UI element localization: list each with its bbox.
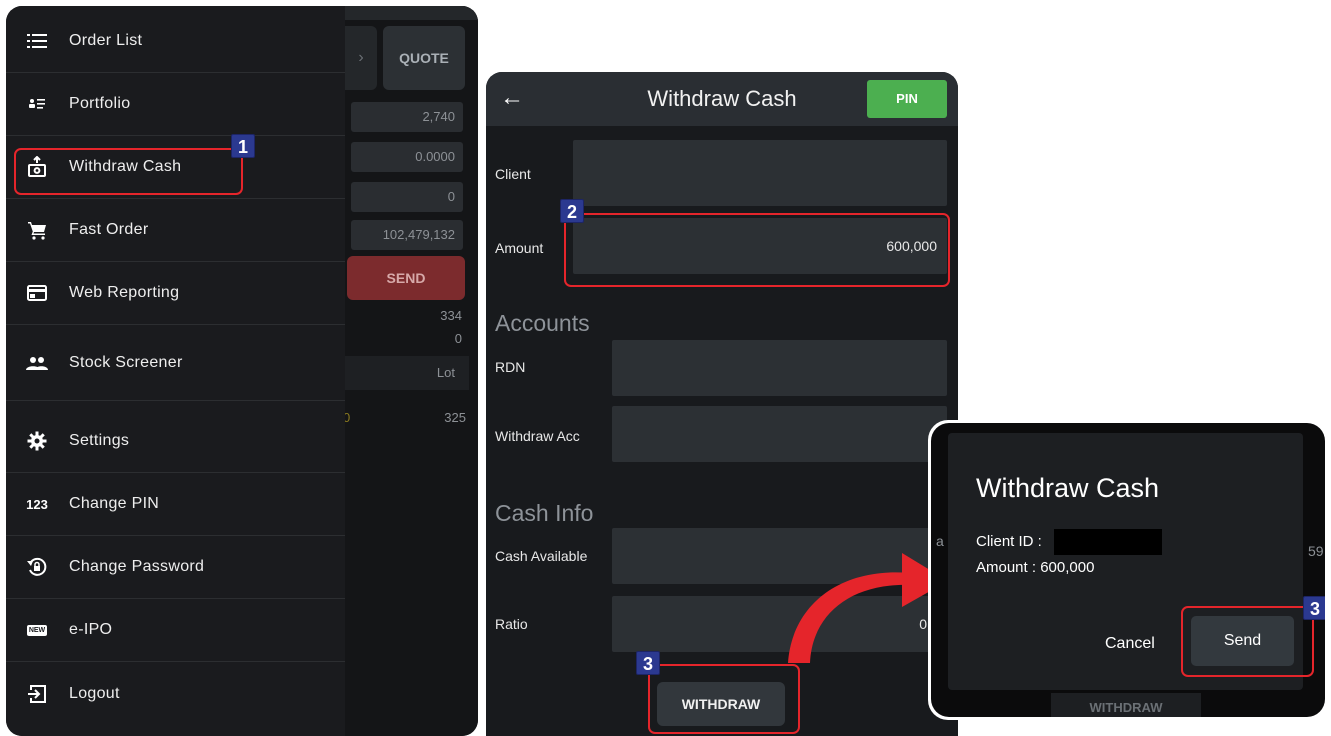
menu-item-label: Portfolio bbox=[69, 95, 131, 112]
menu-item-label: Change PIN bbox=[69, 495, 160, 512]
pin-button[interactable]: PIN bbox=[867, 80, 947, 118]
step-3-send-highlight bbox=[1181, 606, 1314, 677]
menu-screen: › QUOTE 2,740 0.0000 0 102,479,132 SEND … bbox=[6, 6, 478, 736]
confirm-dialog: Withdraw Cash Client ID : Amount : 600,0… bbox=[948, 433, 1325, 690]
confirm-dialog-screen: a 59 WITHDRAW Withdraw Cash Client ID : … bbox=[928, 420, 1328, 720]
amount-label: Amount bbox=[495, 240, 544, 256]
menu-item-portfolio[interactable]: Portfolio bbox=[6, 73, 345, 136]
quote-button: QUOTE bbox=[383, 26, 465, 90]
people-icon bbox=[24, 350, 50, 376]
password-lock-icon bbox=[24, 554, 50, 580]
portfolio-icon bbox=[24, 91, 50, 117]
step-3-send-badge: 3 bbox=[1303, 596, 1325, 620]
menu-item-order-list[interactable]: Order List bbox=[6, 10, 345, 73]
menu-item-label: e-IPO bbox=[69, 621, 113, 638]
web-reporting-icon bbox=[24, 280, 50, 306]
background-value: 2,740 bbox=[351, 102, 463, 132]
background-send-button: SEND bbox=[347, 256, 465, 300]
background-next-arrow: › bbox=[345, 26, 377, 90]
background-screen: › QUOTE 2,740 0.0000 0 102,479,132 SEND … bbox=[343, 6, 478, 736]
menu-item-e-ipo[interactable]: NEW e-IPO bbox=[6, 599, 345, 662]
menu-item-label: Change Password bbox=[69, 558, 205, 575]
menu-item-label: Logout bbox=[69, 684, 120, 702]
client-label: Client bbox=[495, 166, 531, 182]
background-topbar bbox=[345, 6, 478, 20]
background-text: 59 bbox=[1308, 543, 1324, 559]
new-badge-icon: NEW bbox=[26, 624, 48, 636]
cancel-button[interactable]: Cancel bbox=[1105, 635, 1155, 653]
background-value: 0 bbox=[454, 331, 462, 346]
dialog-title: Withdraw Cash bbox=[976, 473, 1160, 503]
cash-info-heading: Cash Info bbox=[495, 500, 594, 526]
list-icon bbox=[24, 28, 50, 54]
menu-item-label: Order List bbox=[69, 32, 143, 49]
menu-item-label: Settings bbox=[69, 432, 130, 449]
background-value: 325 bbox=[444, 410, 466, 425]
rdn-field[interactable] bbox=[612, 340, 947, 396]
step-3-badge: 3 bbox=[636, 651, 660, 675]
background-value: 0 bbox=[351, 182, 463, 212]
gear-icon bbox=[24, 428, 50, 454]
side-menu: Order List Portfolio Withdraw Cash Fast … bbox=[6, 6, 345, 736]
step-1-highlight bbox=[14, 148, 243, 195]
background-value: 0.0000 bbox=[351, 142, 463, 172]
menu-item-fast-order[interactable]: Fast Order bbox=[6, 199, 345, 262]
withdraw-acc-label: Withdraw Acc bbox=[495, 428, 580, 444]
menu-item-label: Fast Order bbox=[69, 221, 149, 238]
menu-item-label: Stock Screener bbox=[69, 353, 183, 371]
background-text: a bbox=[936, 533, 944, 549]
menu-item-settings[interactable]: Settings bbox=[6, 410, 345, 473]
menu-item-change-pin[interactable]: 123 Change PIN bbox=[6, 473, 345, 536]
dialog-backdrop: a 59 WITHDRAW Withdraw Cash Client ID : … bbox=[931, 423, 1325, 717]
accounts-heading: Accounts bbox=[495, 310, 590, 336]
step-2-badge: 2 bbox=[560, 199, 584, 223]
cash-available-label: Cash Available bbox=[495, 548, 588, 564]
menu-item-label: Web Reporting bbox=[69, 284, 180, 301]
cart-icon bbox=[24, 217, 50, 243]
client-id-label: Client ID : bbox=[976, 533, 1042, 550]
step-3-highlight bbox=[648, 664, 800, 734]
client-id-redacted bbox=[1054, 529, 1162, 555]
step-1-badge: 1 bbox=[231, 134, 255, 158]
menu-item-web-reporting[interactable]: Web Reporting bbox=[6, 262, 345, 325]
background-withdraw-button: WITHDRAW bbox=[1051, 693, 1201, 717]
client-field[interactable] bbox=[573, 140, 947, 206]
background-value: 102,479,132 bbox=[351, 220, 463, 250]
amount-line: Amount : 600,000 bbox=[976, 559, 1095, 576]
menu-item-stock-screener[interactable]: Stock Screener bbox=[6, 325, 345, 401]
withdraw-header: ← Withdraw Cash PIN bbox=[486, 72, 958, 126]
menu-item-change-password[interactable]: Change Password bbox=[6, 536, 345, 599]
lot-column-header: Lot bbox=[345, 356, 469, 390]
menu-item-logout[interactable]: Logout bbox=[6, 662, 345, 725]
rdn-label: RDN bbox=[495, 359, 526, 375]
step-2-highlight bbox=[564, 213, 950, 287]
logout-icon bbox=[24, 681, 50, 707]
ratio-label: Ratio bbox=[495, 616, 528, 632]
pin-123-icon: 123 bbox=[26, 496, 48, 512]
background-value: 334 bbox=[440, 308, 462, 323]
withdraw-acc-field[interactable] bbox=[612, 406, 947, 462]
